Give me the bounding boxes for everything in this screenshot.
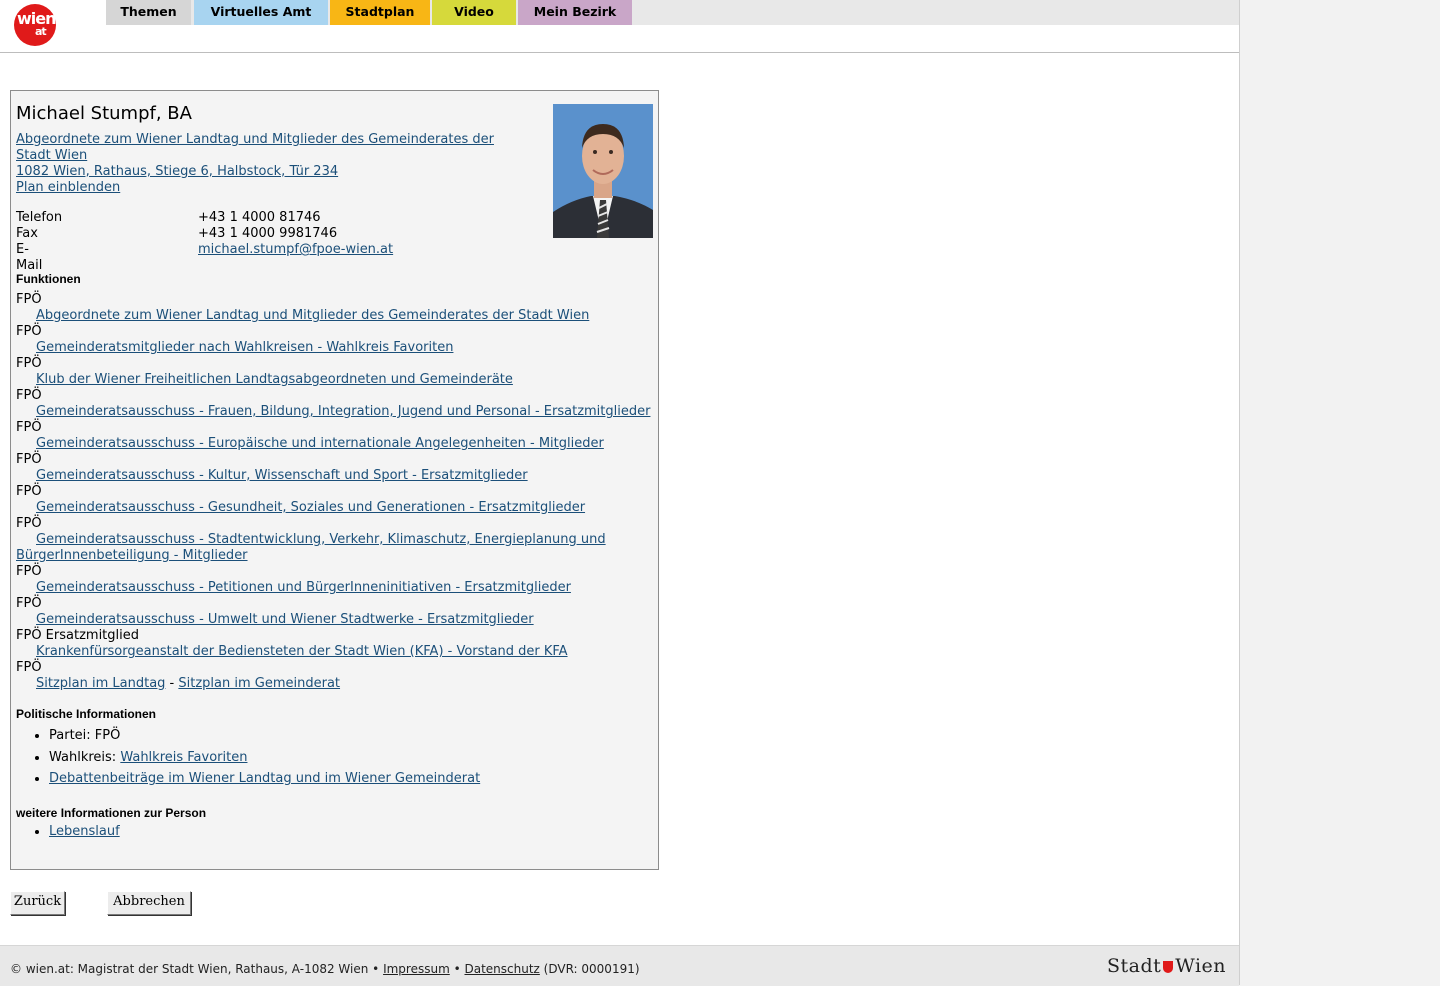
person-address-block: Abgeordnete zum Wiener Landtag und Mitgl… xyxy=(16,132,506,196)
function-org: FPÖ xyxy=(16,292,42,307)
role-link[interactable]: Abgeordnete zum Wiener Landtag und Mitgl… xyxy=(16,132,506,164)
footer-text: © wien.at: Magistrat der Stadt Wien, Rat… xyxy=(10,962,640,976)
function-link[interactable]: Gemeinderatsausschuss - Kultur, Wissensc… xyxy=(16,468,656,484)
party-label: Partei: xyxy=(49,728,95,743)
function-org: FPÖ xyxy=(16,356,42,371)
brand-wien: Wien xyxy=(1175,955,1227,977)
function-org: FPÖ xyxy=(16,596,42,611)
role-line-2: Stadt Wien xyxy=(16,148,88,163)
list-item: FPÖ Gemeinderatsausschuss - Umwelt und W… xyxy=(16,596,656,628)
function-org: FPÖ xyxy=(16,452,42,467)
page: wien at Themen Virtuelles Amt Stadtplan … xyxy=(0,0,1240,986)
seating-plan-landtag-link[interactable]: Sitzplan im Landtag xyxy=(36,676,165,691)
function-link[interactable]: Gemeinderatsausschuss - Gesundheit, Sozi… xyxy=(16,500,656,516)
list-item: FPÖ Klub der Wiener Freiheitlichen Landt… xyxy=(16,356,656,388)
list-item: Wahlkreis: Wahlkreis Favoriten xyxy=(49,747,480,769)
list-item: FPÖ Gemeinderatsausschuss - Frauen, Bild… xyxy=(16,388,656,420)
list-item: FPÖ Gemeinderatsausschuss - Kultur, Wiss… xyxy=(16,452,656,484)
fax-value: +43 1 4000 9981746 xyxy=(198,226,338,241)
back-button[interactable]: Zurück xyxy=(10,891,65,915)
district-link[interactable]: Wahlkreis Favoriten xyxy=(120,750,247,765)
function-link[interactable]: Gemeinderatsmitglieder nach Wahlkreisen … xyxy=(16,340,656,356)
email-link[interactable]: michael.stumpf@fpoe-wien.at xyxy=(198,242,393,258)
seating-org: FPÖ xyxy=(16,660,42,675)
stadt-wien-logo[interactable]: Stadt Wien xyxy=(1107,955,1226,977)
function-link[interactable]: Krankenfürsorgeanstalt der Bediensteten … xyxy=(16,644,656,660)
function-link[interactable]: Gemeinderatsausschuss - Petitionen und B… xyxy=(16,580,656,596)
functions-list: FPÖ Abgeordnete zum Wiener Landtag und M… xyxy=(16,292,656,692)
political-info-list: Partei: FPÖ Wahlkreis: Wahlkreis Favorit… xyxy=(16,725,480,790)
list-item: FPÖ Ersatzmitglied Krankenfürsorgeanstal… xyxy=(16,628,656,660)
email-label: E-Mail xyxy=(16,242,43,273)
seating-plan-gemeinderat-link[interactable]: Sitzplan im Gemeinderat xyxy=(178,676,340,691)
tab-mein-bezirk[interactable]: Mein Bezirk xyxy=(518,0,632,25)
seating-separator: - xyxy=(165,676,179,691)
portrait-image xyxy=(553,104,653,238)
tab-virtuelles-amt[interactable]: Virtuelles Amt xyxy=(194,0,328,25)
function-link[interactable]: Gemeinderatsausschuss - Stadtentwicklung… xyxy=(16,532,606,564)
footer-separator: • xyxy=(449,962,465,976)
footer-copyright: © wien.at: Magistrat der Stadt Wien, Rat… xyxy=(10,962,384,976)
vienna-flag-icon xyxy=(1163,961,1174,973)
function-link[interactable]: Gemeinderatsausschuss - Umwelt und Wiene… xyxy=(16,612,656,628)
party-value: FPÖ xyxy=(94,728,121,743)
district-label: Wahlkreis: xyxy=(49,749,121,765)
wien-at-logo[interactable]: wien at xyxy=(14,4,57,46)
more-info-list: Lebenslauf xyxy=(16,822,120,842)
function-org: FPÖ xyxy=(16,324,42,339)
show-map-link[interactable]: Plan einblenden xyxy=(16,180,506,196)
person-photo xyxy=(553,104,653,238)
function-org: FPÖ xyxy=(16,388,42,403)
seating-plans: FPÖ Sitzplan im Landtag - Sitzplan im Ge… xyxy=(16,660,656,692)
list-item: Partei: FPÖ xyxy=(49,725,480,747)
function-org: FPÖ xyxy=(16,484,42,499)
list-item: FPÖ Abgeordnete zum Wiener Landtag und M… xyxy=(16,292,656,324)
political-info-heading: Politische Informationen xyxy=(16,707,157,721)
cv-link[interactable]: Lebenslauf xyxy=(49,824,120,839)
phone-value: +43 1 4000 81746 xyxy=(198,210,321,225)
brand-stadt: Stadt xyxy=(1107,955,1162,977)
header-divider xyxy=(0,52,1239,53)
top-navigation: Themen Virtuelles Amt Stadtplan Video Me… xyxy=(106,0,1239,25)
function-org: FPÖ Ersatzmitglied xyxy=(16,628,139,643)
phone-label: Telefon xyxy=(16,210,63,225)
privacy-link[interactable]: Datenschutz xyxy=(464,962,539,976)
footer-dvr: (DVR: 0000191) xyxy=(539,962,640,976)
list-item: FPÖ Gemeinderatsausschuss - Europäische … xyxy=(16,420,656,452)
role-line-1: Abgeordnete zum Wiener Landtag und Mitgl… xyxy=(16,132,494,147)
function-link[interactable]: Klub der Wiener Freiheitlichen Landtagsa… xyxy=(16,372,656,388)
function-link[interactable]: Gemeinderatsausschuss - Frauen, Bildung,… xyxy=(16,404,656,420)
functions-heading: Funktionen xyxy=(16,272,81,286)
list-item: FPÖ Gemeinderatsausschuss - Stadtentwick… xyxy=(16,516,656,564)
list-item: FPÖ Gemeinderatsausschuss - Gesundheit, … xyxy=(16,484,656,516)
function-link[interactable]: Abgeordnete zum Wiener Landtag und Mitgl… xyxy=(16,308,656,324)
list-item: Debattenbeiträge im Wiener Landtag und i… xyxy=(49,768,480,790)
address-link[interactable]: 1082 Wien, Rathaus, Stiege 6, Halbstock,… xyxy=(16,164,506,180)
fax-label: Fax xyxy=(16,226,38,241)
function-link[interactable]: Gemeinderatsausschuss - Europäische und … xyxy=(16,436,656,452)
function-org: FPÖ xyxy=(16,420,42,435)
imprint-link[interactable]: Impressum xyxy=(383,962,450,976)
function-org: FPÖ xyxy=(16,516,42,531)
more-info-heading: weitere Informationen zur Person xyxy=(16,806,207,820)
tab-video[interactable]: Video xyxy=(432,0,516,25)
tab-themen[interactable]: Themen xyxy=(106,0,191,25)
list-item: Lebenslauf xyxy=(49,822,120,842)
person-name: Michael Stumpf, BA xyxy=(16,103,192,124)
function-org: FPÖ xyxy=(16,564,42,579)
list-item: FPÖ Gemeinderatsmitglieder nach Wahlkrei… xyxy=(16,324,656,356)
cancel-button[interactable]: Abbrechen xyxy=(107,891,191,915)
list-item: FPÖ Gemeinderatsausschuss - Petitionen u… xyxy=(16,564,656,596)
tab-stadtplan[interactable]: Stadtplan xyxy=(330,0,430,25)
debates-link[interactable]: Debattenbeiträge im Wiener Landtag und i… xyxy=(49,771,480,786)
footer: © wien.at: Magistrat der Stadt Wien, Rat… xyxy=(0,945,1239,986)
person-detail-panel: Michael Stumpf, BA Abgeordnete zum Wiene… xyxy=(10,90,659,870)
logo-text-at: at xyxy=(35,25,47,38)
